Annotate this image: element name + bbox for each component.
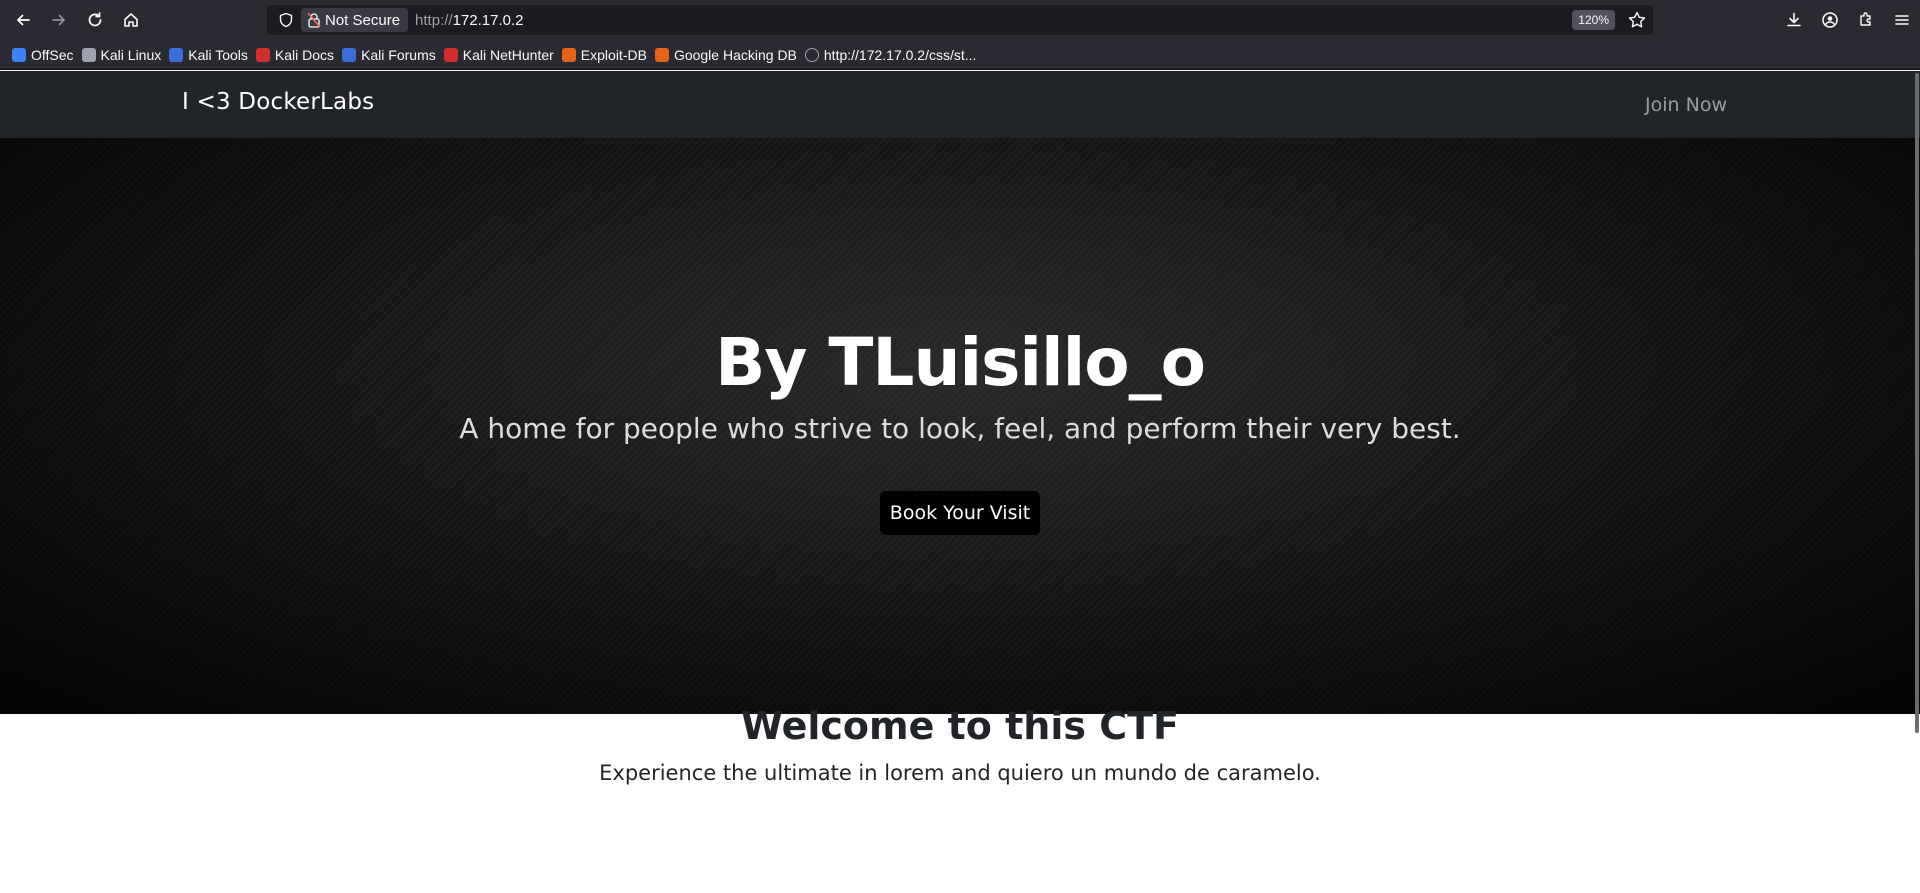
- site-navbar: I <3 DockerLabs Join Now: [0, 71, 1920, 138]
- bookmark-label: Kali Docs: [274, 46, 335, 63]
- toolbar-right-buttons: [1776, 2, 1920, 38]
- arrow-right-icon: [52, 14, 65, 26]
- security-label: Not Secure: [325, 11, 401, 29]
- download-icon: [1787, 12, 1801, 27]
- bookmark-item[interactable]: http://172.17.0.2/css/st...: [803, 43, 983, 67]
- url-bar[interactable]: Not Secure http://172.17.0.2 120%: [267, 5, 1653, 35]
- bookmark-label: Kali Forums: [361, 46, 436, 63]
- account-button[interactable]: [1812, 2, 1848, 38]
- bookmark-item[interactable]: OffSec: [10, 43, 80, 67]
- bookmark-favicon-icon: [561, 47, 576, 62]
- bookmark-label: Google Hacking DB: [673, 46, 797, 63]
- bookmark-favicon-icon: [342, 47, 357, 62]
- arrow-left-icon: [17, 14, 30, 26]
- app-menu-button[interactable]: [1884, 2, 1920, 38]
- hero-section: By TLuisillo_o A home for people who str…: [0, 138, 1920, 714]
- browser-toolbar: Not Secure http://172.17.0.2 120%: [0, 0, 1920, 40]
- url-host: 172.17.0.2: [452, 11, 524, 29]
- back-button[interactable]: [5, 2, 41, 38]
- extensions-button[interactable]: [1848, 2, 1884, 38]
- welcome-subtitle: Experience the ultimate in lorem and qui…: [599, 761, 1321, 785]
- site-security-indicator[interactable]: Not Secure: [301, 8, 409, 32]
- bookmarks-toolbar: OffSec Kali Linux Kali Tools Kali Docs Kali …: [0, 40, 1920, 70]
- bookmark-favicon-icon: [654, 47, 669, 62]
- reload-icon: [88, 12, 102, 27]
- page-content: I <3 DockerLabs Join Now By TLuisillo_o …: [0, 71, 1920, 893]
- bookmark-favicon-icon: [81, 47, 96, 62]
- book-your-visit-button[interactable]: Book Your Visit: [880, 491, 1040, 535]
- bookmark-label: http://172.17.0.2/css/st...: [823, 46, 977, 63]
- bookmark-label: Kali Linux: [100, 46, 162, 63]
- forward-button[interactable]: [41, 2, 77, 38]
- bookmark-label: Kali Tools: [188, 46, 248, 63]
- bookmark-item[interactable]: Kali Linux: [80, 43, 168, 67]
- bookmark-label: OffSec: [31, 46, 74, 63]
- bookmark-favicon-icon: [255, 47, 270, 62]
- bookmark-favicon-icon: [443, 47, 458, 62]
- puzzle-icon: [1860, 12, 1871, 26]
- hamburger-menu-icon: [1895, 15, 1909, 25]
- bookmark-item[interactable]: Kali Forums: [340, 43, 442, 67]
- star-icon[interactable]: [1627, 10, 1647, 30]
- home-button[interactable]: [113, 2, 149, 38]
- shield-icon: [279, 12, 293, 28]
- account-icon: [1822, 12, 1838, 28]
- bookmark-item[interactable]: Kali Tools: [167, 43, 254, 67]
- bookmark-item[interactable]: Exploit-DB: [560, 43, 653, 67]
- tracking-protection-button[interactable]: [271, 5, 301, 35]
- hero-subtitle: A home for people who strive to look, fe…: [459, 412, 1461, 445]
- bookmark-item[interactable]: Google Hacking DB: [653, 43, 803, 67]
- scrollbar-thumb[interactable]: [1915, 73, 1919, 733]
- hero-title: By TLuisillo_o: [715, 324, 1206, 401]
- join-now-link[interactable]: Join Now: [1645, 94, 1727, 116]
- bookmark-label: Exploit-DB: [580, 46, 647, 63]
- reload-button[interactable]: [77, 2, 113, 38]
- site-brand-link[interactable]: I <3 DockerLabs: [182, 89, 374, 115]
- bookmark-item[interactable]: Kali NetHunter: [442, 43, 560, 67]
- bookmark-label: Kali NetHunter: [462, 46, 554, 63]
- downloads-button[interactable]: [1776, 2, 1812, 38]
- zoom-level-badge[interactable]: 120%: [1572, 10, 1615, 30]
- bookmark-item[interactable]: Kali Docs: [254, 43, 340, 67]
- bookmark-favicon-icon: [169, 47, 184, 62]
- url-scheme: http://: [415, 11, 453, 29]
- globe-icon: [804, 47, 819, 62]
- url-text[interactable]: http://172.17.0.2: [415, 12, 523, 29]
- home-icon: [124, 13, 138, 27]
- bookmark-favicon-icon: [12, 47, 26, 62]
- welcome-title: Welcome to this CTF: [741, 704, 1179, 748]
- page-scrollbar[interactable]: [1913, 71, 1920, 893]
- lock-insecure-icon: [307, 12, 321, 28]
